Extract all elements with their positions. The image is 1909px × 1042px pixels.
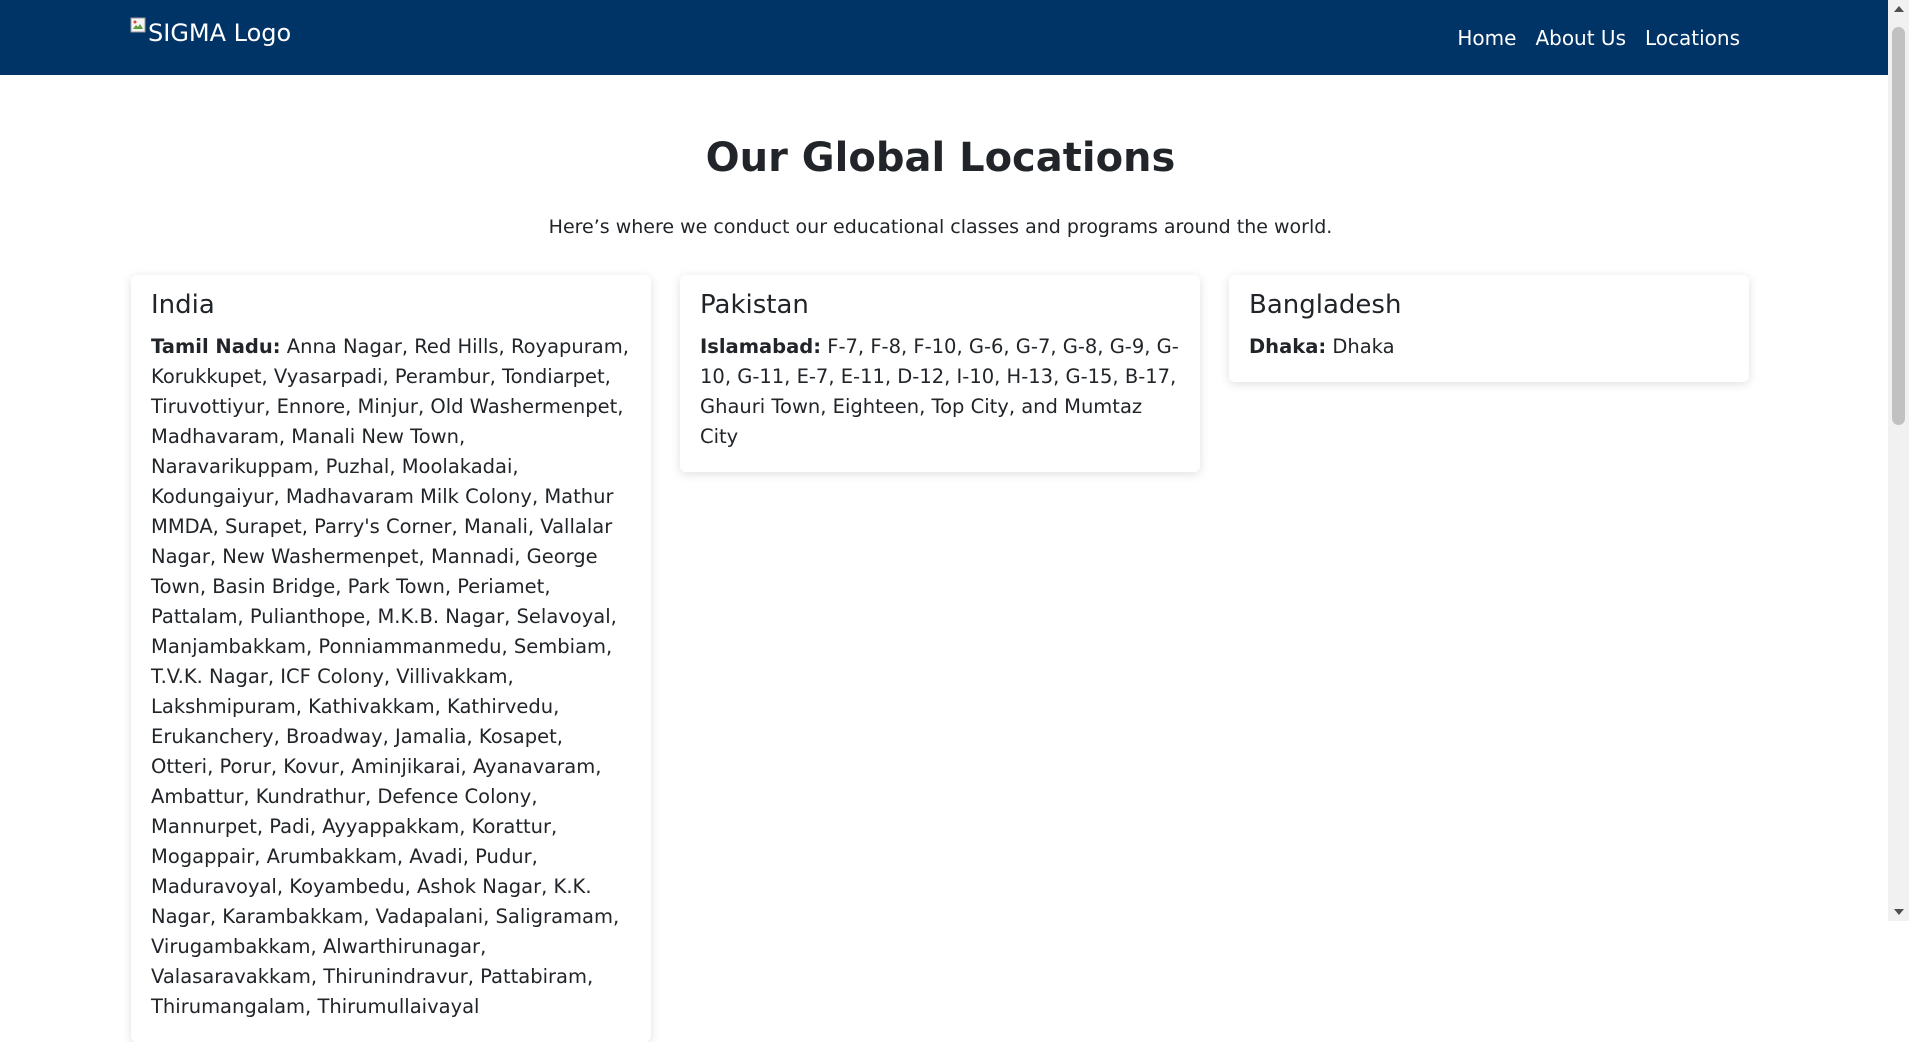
nav-link-home[interactable]: Home: [1457, 26, 1516, 50]
nav-link-about-us[interactable]: About Us: [1535, 26, 1626, 50]
card-location-list: Islamabad: F-7, F-8, F-10, G-6, G-7, G-8…: [700, 332, 1180, 452]
location-card-pakistan: Pakistan Islamabad: F-7, F-8, F-10, G-6,…: [680, 275, 1200, 472]
logo[interactable]: SIGMA Logo: [130, 17, 292, 47]
navbar: SIGMA Logo Home About Us Locations: [0, 0, 1888, 75]
location-card-bangladesh: Bangladesh Dhaka: Dhaka: [1229, 275, 1749, 382]
vertical-scrollbar[interactable]: [1888, 0, 1909, 921]
card-location-list: Dhaka: Dhaka: [1249, 332, 1729, 362]
card-title-country: Pakistan: [700, 290, 809, 320]
card-region-label: Dhaka:: [1249, 335, 1327, 358]
nav-links: Home About Us Locations: [1457, 26, 1740, 50]
card-location-list: Tamil Nadu: Anna Nagar, Red Hills, Royap…: [151, 332, 631, 1022]
logo-alt-text: SIGMA Logo: [148, 19, 292, 47]
page-subtitle: Here’s where we conduct our educational …: [548, 216, 1333, 238]
card-title-country: Bangladesh: [1249, 290, 1402, 320]
location-cards: India Tamil Nadu: Anna Nagar, Red Hills,…: [131, 275, 1751, 1042]
location-card-india: India Tamil Nadu: Anna Nagar, Red Hills,…: [131, 275, 651, 1042]
main-content: Our Global Locations Here’s where we con…: [0, 75, 1888, 1042]
page-title: Our Global Locations: [705, 135, 1176, 181]
scroll-down-arrow-icon[interactable]: [1894, 909, 1904, 915]
scrollbar-thumb[interactable]: [1892, 27, 1905, 425]
card-region-label: Islamabad:: [700, 335, 822, 358]
broken-image-icon: [130, 17, 146, 33]
nav-link-locations[interactable]: Locations: [1645, 26, 1740, 50]
card-title-country: India: [151, 290, 215, 320]
card-places: Dhaka: [1332, 335, 1395, 358]
card-region-label: Tamil Nadu:: [151, 335, 281, 358]
scroll-up-arrow-icon[interactable]: [1894, 6, 1904, 12]
card-places: Anna Nagar, Red Hills, Royapuram, Korukk…: [151, 335, 629, 1018]
